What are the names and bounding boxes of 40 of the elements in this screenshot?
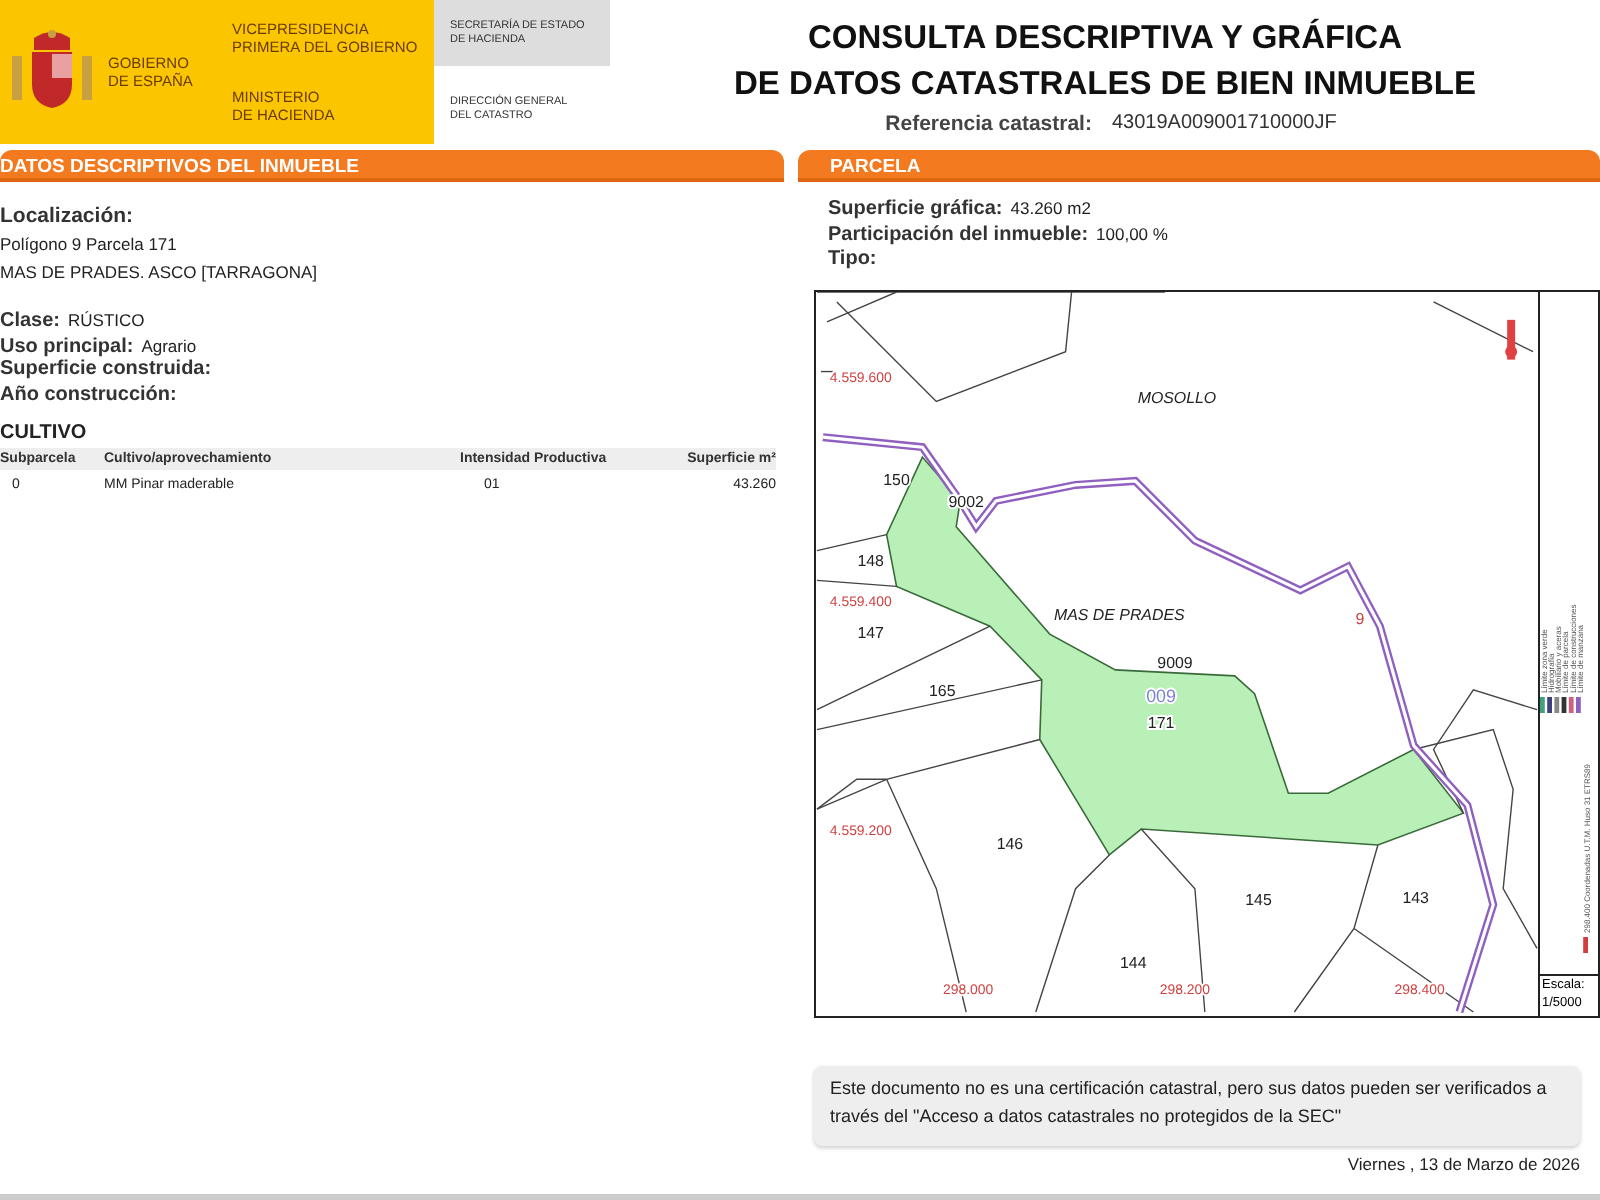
parcel-boundary [816,579,898,588]
parcel-boundary [816,533,888,552]
parcel-number: 150 [883,470,910,489]
block-number: 009 [1146,685,1176,706]
field-value: 43.260 m2 [1010,196,1091,222]
section-header: DATOS DESCRIPTIVOS DEL INMUEBLE [0,150,784,182]
parcel-number: 171 [1147,713,1175,732]
document-date: Viernes , 13 de Marzo de 2026 [1345,1152,1582,1174]
parcel-number: 144 [1120,954,1147,973]
parcel-number: 165 [929,681,956,700]
parcel-number: 148 [857,552,884,571]
disclaimer-note: Este documento no es una certificación catastral, pero sus datos pueden ser verificados a través del "Acceso a datos catastrales no protegidos de la SEC" [814,1066,1580,1146]
document-title: CONSULTA DESCRIPTIVA Y GRÁFICA [807,16,1403,60]
document-title: DE DATOS CATASTRALES DE BIEN INMUEBLE [734,64,1476,106]
parcel-boundary [1432,301,1534,353]
section-header: PARCELA [798,150,1600,182]
field-label: Tipo: [828,246,877,272]
field-value: Polígono 9 Parcela 171 [0,232,179,258]
field-label: Localización: [0,202,136,230]
field-value: MAS DE PRADES. ASCO [TARRAGONA] [0,260,320,286]
parcel-number: 9009 [1157,653,1193,672]
field-label: Participación del inmueble: [828,222,1089,248]
reference-value: 43019A009001710000JF [1111,112,1337,136]
field-value: 100,00 % [1096,222,1168,248]
field-label: Uso principal: [0,336,134,358]
place-label: MOSOLLO [1137,389,1217,408]
parcel-number: 145 [1245,890,1272,909]
parcel-number: 143 [1402,888,1429,907]
section-title: CULTIVO [0,422,89,444]
field-label: Superficie gráfica: [828,196,1003,222]
field-value: RÚSTICO [68,308,145,334]
block-mark: 9 [1355,610,1365,629]
field-value: Agrario [141,334,197,359]
reference-label: Referencia catastral: [885,112,1092,136]
field-label: Año construcción: [0,384,177,406]
field-label: Clase: [0,310,61,332]
field-label: Superficie construida: [0,358,212,380]
parcel-number: 146 [996,834,1024,853]
parcel-number: 147 [857,624,884,643]
place-label: MAS DE PRADES [1054,606,1185,625]
